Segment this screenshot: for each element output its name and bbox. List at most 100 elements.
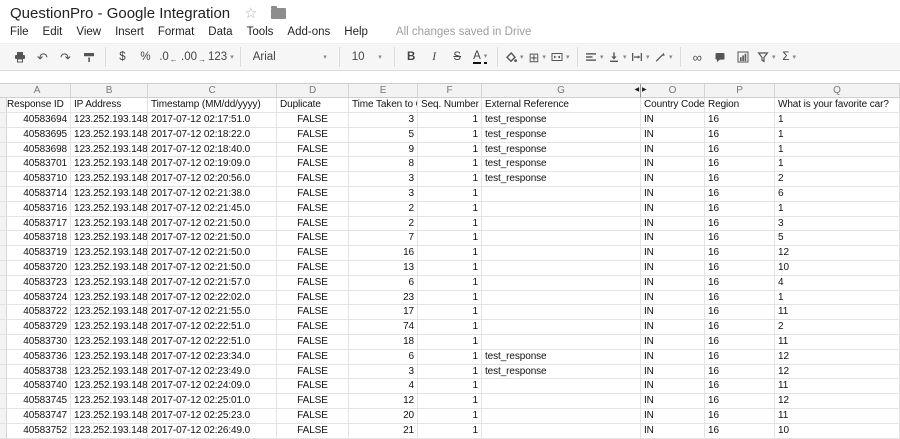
cell-P20[interactable]: 16 (705, 379, 775, 395)
cell-C2[interactable]: 2017-07-12 02:17:51.0 (148, 113, 277, 128)
cell-E10[interactable]: 7 (349, 231, 418, 247)
page-title[interactable]: QuestionPro - Google Integration (10, 5, 230, 22)
cell-O14[interactable]: IN (641, 290, 705, 306)
cell-F8[interactable]: 1 (418, 201, 482, 217)
cell-D19[interactable]: FALSE (277, 364, 349, 380)
cell-F21[interactable]: 1 (418, 394, 482, 409)
cell-D23[interactable]: FALSE (277, 423, 349, 439)
increase-decimal-button[interactable]: .00 → (181, 47, 206, 68)
cell-P16[interactable]: 16 (705, 320, 775, 335)
functions-button[interactable]: Σ ▾ (779, 47, 800, 68)
cell-Q15[interactable]: 11 (775, 305, 900, 321)
insert-link-button[interactable]: ∞ (687, 47, 708, 68)
cell-O17[interactable]: IN (641, 334, 705, 350)
cell-G20[interactable] (482, 379, 641, 395)
cell-C21[interactable]: 2017-07-12 02:25:01.0 (148, 394, 277, 409)
column-header-Q[interactable]: Q (775, 84, 900, 98)
text-color-button[interactable]: A ▾ (470, 47, 491, 68)
cell-O8[interactable]: IN (641, 201, 705, 217)
cell-E1[interactable]: Time Taken to Co (349, 98, 418, 113)
cell-Q4[interactable]: 1 (775, 142, 900, 158)
text-rotation-button[interactable]: ▾ (653, 47, 674, 68)
text-wrap-button[interactable]: ▾ (630, 47, 651, 68)
cell-E20[interactable]: 4 (349, 379, 418, 395)
cell-C23[interactable]: 2017-07-12 02:26:49.0 (148, 423, 277, 439)
cell-E16[interactable]: 74 (349, 320, 418, 335)
cell-D21[interactable]: FALSE (277, 394, 349, 409)
cell-F13[interactable]: 1 (418, 275, 482, 291)
cell-O12[interactable]: IN (641, 260, 705, 276)
cell-P14[interactable]: 16 (705, 290, 775, 306)
cell-B1[interactable]: IP Address (71, 98, 148, 113)
cell-B22[interactable]: 123.252.193.148 (71, 408, 148, 424)
cell-E4[interactable]: 9 (349, 142, 418, 158)
menu-item-format[interactable]: Format (158, 26, 194, 38)
cell-C18[interactable]: 2017-07-12 02:23:34.0 (148, 349, 277, 365)
cell-Q13[interactable]: 4 (775, 275, 900, 291)
menu-item-help[interactable]: Help (344, 26, 368, 38)
cell-P11[interactable]: 16 (705, 246, 775, 261)
cell-P6[interactable]: 16 (705, 172, 775, 187)
column-header-A[interactable]: A (4, 84, 71, 98)
cell-Q6[interactable]: 2 (775, 172, 900, 187)
cell-C15[interactable]: 2017-07-12 02:21:55.0 (148, 305, 277, 321)
cell-B4[interactable]: 123.252.193.148 (71, 142, 148, 158)
strikethrough-button[interactable]: S (447, 47, 468, 68)
cell-C5[interactable]: 2017-07-12 02:19:09.0 (148, 157, 277, 173)
cell-F5[interactable]: 1 (418, 157, 482, 173)
cell-C12[interactable]: 2017-07-12 02:21:50.0 (148, 260, 277, 276)
cell-E18[interactable]: 6 (349, 349, 418, 365)
cell-D9[interactable]: FALSE (277, 216, 349, 232)
cell-A17[interactable]: 40583730 (4, 334, 71, 350)
cell-A22[interactable]: 40583747 (4, 408, 71, 424)
cell-Q18[interactable]: 12 (775, 349, 900, 365)
cell-D12[interactable]: FALSE (277, 260, 349, 276)
cell-E3[interactable]: 5 (349, 127, 418, 143)
cell-Q9[interactable]: 3 (775, 216, 900, 232)
cell-C22[interactable]: 2017-07-12 02:25:23.0 (148, 408, 277, 424)
cell-E17[interactable]: 18 (349, 334, 418, 350)
cell-Q8[interactable]: 1 (775, 201, 900, 217)
cell-G6[interactable]: test_response (482, 172, 641, 187)
cell-A15[interactable]: 40583722 (4, 305, 71, 321)
cell-G12[interactable] (482, 260, 641, 276)
cell-B2[interactable]: 123.252.193.148 (71, 113, 148, 128)
more-formats-button[interactable]: 123 ▾ (208, 47, 234, 68)
cell-B19[interactable]: 123.252.193.148 (71, 364, 148, 380)
cell-C4[interactable]: 2017-07-12 02:18:40.0 (148, 142, 277, 158)
cell-A20[interactable]: 40583740 (4, 379, 71, 395)
cell-G23[interactable] (482, 423, 641, 439)
print-button[interactable] (9, 47, 30, 68)
cell-Q23[interactable]: 10 (775, 423, 900, 439)
cell-B17[interactable]: 123.252.193.148 (71, 334, 148, 350)
cell-A2[interactable]: 40583694 (4, 113, 71, 128)
cell-G14[interactable] (482, 290, 641, 306)
cell-A14[interactable]: 40583724 (4, 290, 71, 306)
vertical-align-button[interactable]: ▾ (607, 47, 628, 68)
hidden-columns-left-indicator[interactable]: ◀ (634, 87, 639, 93)
cell-P15[interactable]: 16 (705, 305, 775, 321)
cell-C19[interactable]: 2017-07-12 02:23:49.0 (148, 364, 277, 380)
cell-O10[interactable]: IN (641, 231, 705, 247)
cell-F9[interactable]: 1 (418, 216, 482, 232)
cell-A19[interactable]: 40583738 (4, 364, 71, 380)
cell-A13[interactable]: 40583723 (4, 275, 71, 291)
cell-O7[interactable]: IN (641, 186, 705, 202)
cell-B15[interactable]: 123.252.193.148 (71, 305, 148, 321)
cell-P22[interactable]: 16 (705, 408, 775, 424)
cell-Q3[interactable]: 1 (775, 127, 900, 143)
cell-G21[interactable] (482, 394, 641, 409)
cell-D5[interactable]: FALSE (277, 157, 349, 173)
cell-C17[interactable]: 2017-07-12 02:22:51.0 (148, 334, 277, 350)
cell-F20[interactable]: 1 (418, 379, 482, 395)
cell-Q22[interactable]: 11 (775, 408, 900, 424)
cell-D16[interactable]: FALSE (277, 320, 349, 335)
cell-G22[interactable] (482, 408, 641, 424)
cell-D7[interactable]: FALSE (277, 186, 349, 202)
cell-B12[interactable]: 123.252.193.148 (71, 260, 148, 276)
cell-P7[interactable]: 16 (705, 186, 775, 202)
cell-G11[interactable] (482, 246, 641, 261)
cell-D2[interactable]: FALSE (277, 113, 349, 128)
cell-E15[interactable]: 17 (349, 305, 418, 321)
cell-P8[interactable]: 16 (705, 201, 775, 217)
